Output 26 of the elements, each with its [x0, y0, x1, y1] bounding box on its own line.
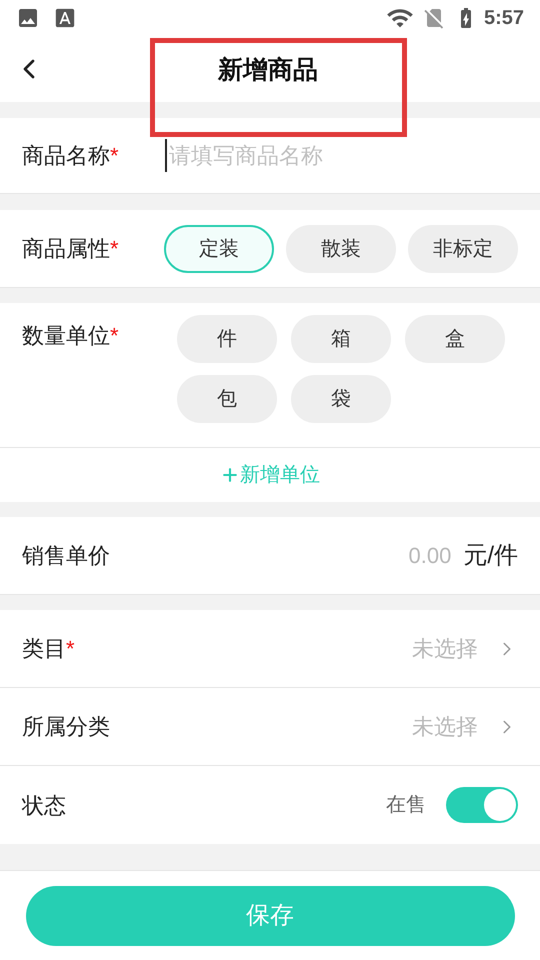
price-unit: 元/件	[463, 540, 518, 570]
no-sim-icon	[422, 6, 446, 30]
field-label: 所属分类	[22, 713, 110, 741]
option-chip[interactable]: 袋	[291, 375, 391, 423]
option-chip[interactable]: 非标定	[408, 224, 518, 272]
font-icon	[54, 7, 76, 29]
name-field[interactable]: 商品名称* 请填写商品名称	[0, 118, 540, 194]
image-icon	[16, 6, 40, 30]
status-toggle[interactable]	[446, 787, 518, 823]
field-label: 销售单价	[22, 542, 110, 570]
status-value: 在售	[386, 793, 426, 818]
option-chip[interactable]: 散装	[286, 224, 396, 272]
field-label: 类目*	[22, 635, 75, 663]
page-title: 新增商品	[218, 55, 318, 86]
field-label: 数量单位*	[22, 323, 119, 348]
option-chip[interactable]: 箱	[291, 315, 391, 363]
name-input[interactable]: 请填写商品名称	[165, 139, 518, 172]
option-chip[interactable]: 定装	[164, 224, 274, 272]
field-label: 状态	[22, 792, 66, 820]
option-chip[interactable]: 包	[177, 375, 277, 423]
option-chip[interactable]: 件	[177, 315, 277, 363]
field-label: 商品属性*	[22, 236, 119, 261]
status-time: 5:57	[484, 6, 524, 31]
option-chip[interactable]: 盒	[405, 315, 505, 363]
plus-icon	[220, 465, 240, 485]
field-label: 商品名称*	[22, 143, 119, 168]
